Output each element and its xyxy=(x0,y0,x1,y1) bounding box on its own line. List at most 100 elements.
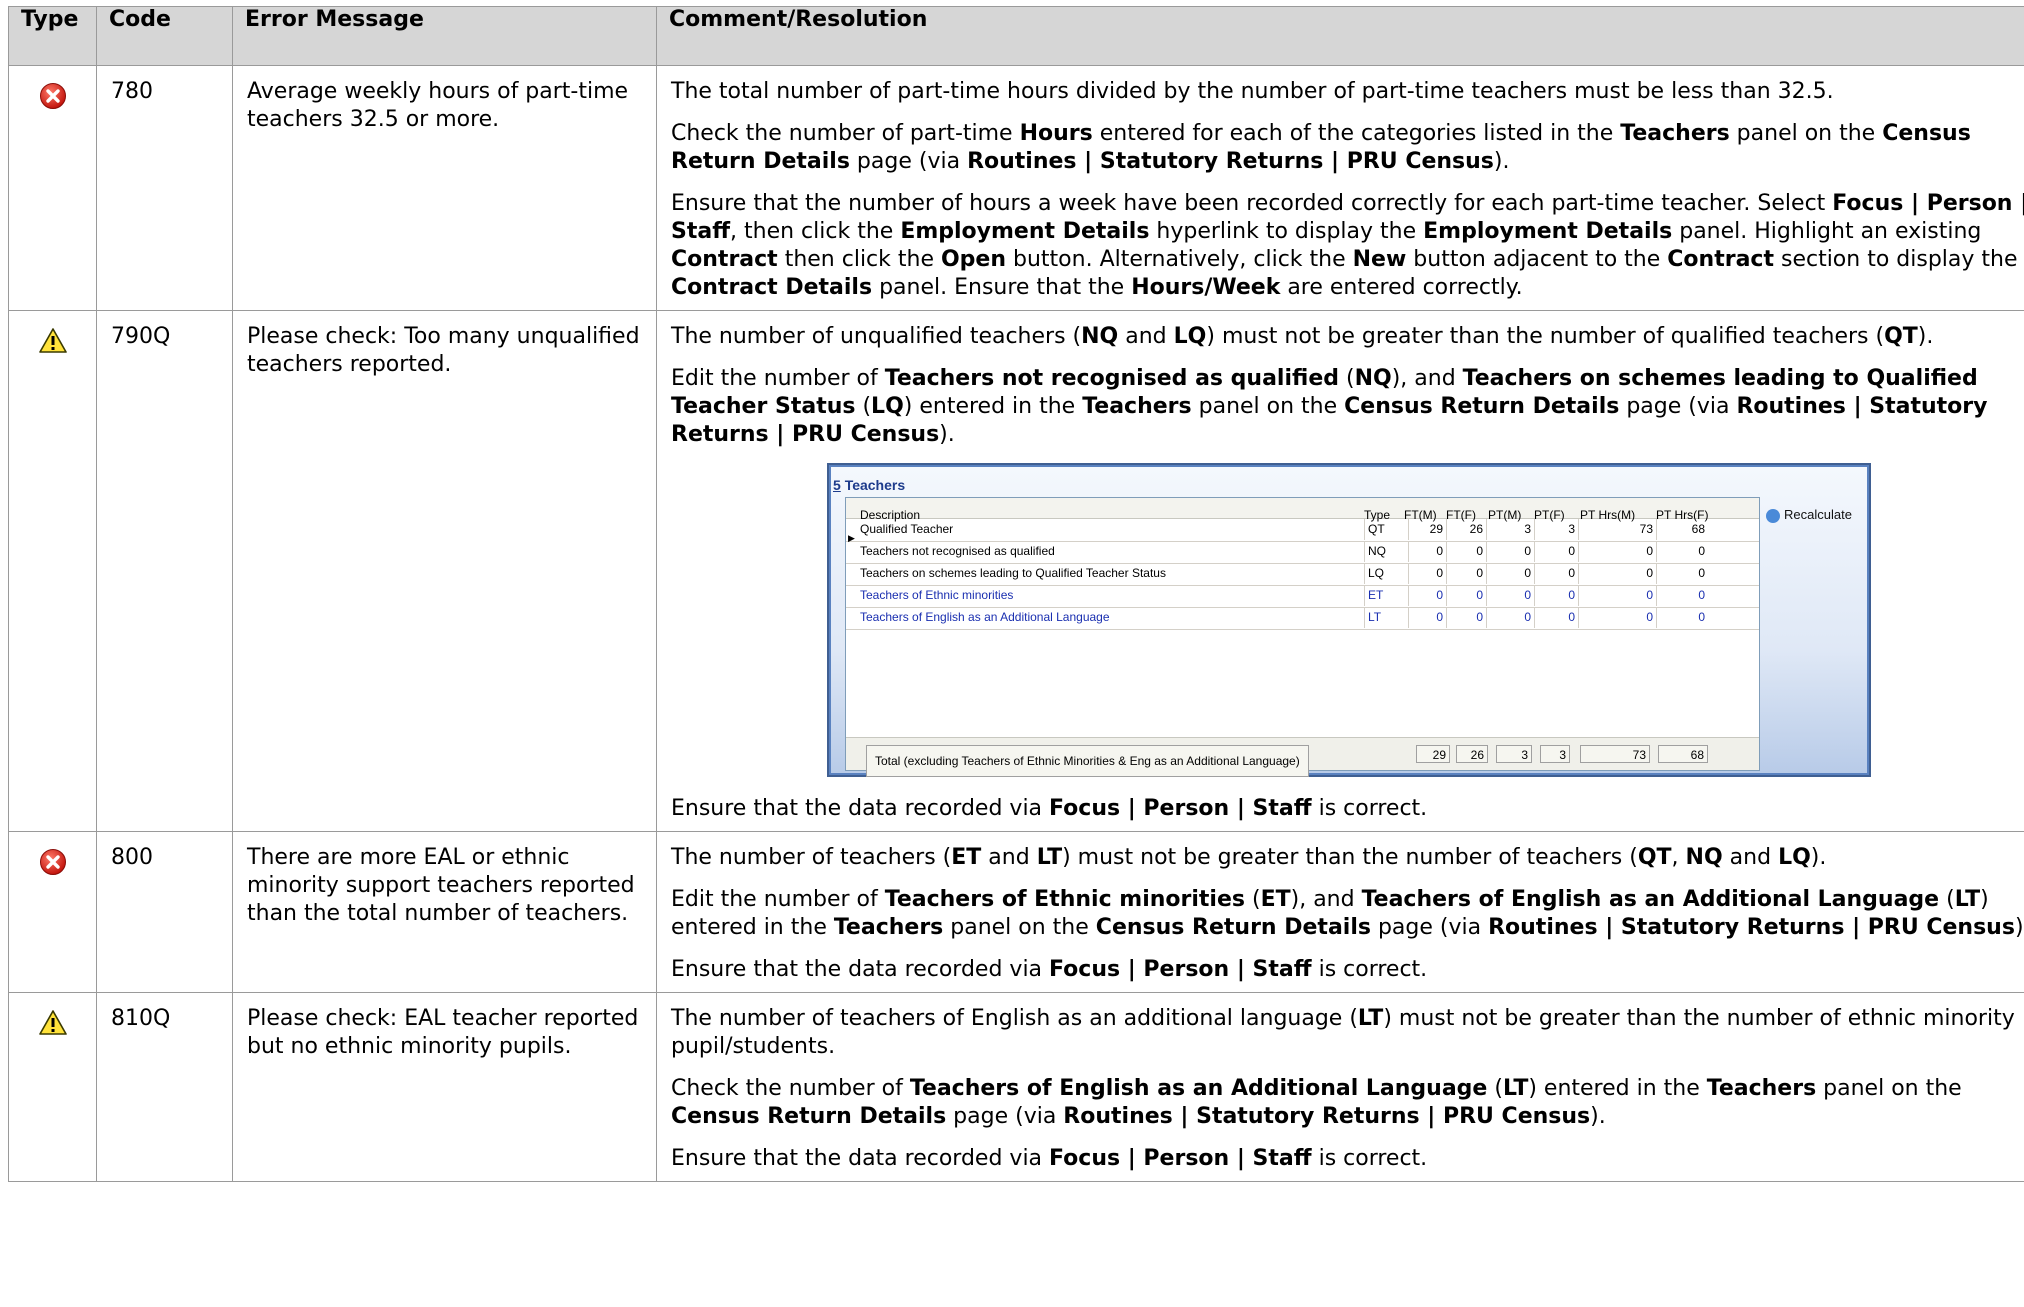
grid-value-cell[interactable]: 0 xyxy=(1656,541,1708,562)
grid-value-cell[interactable]: 0 xyxy=(1446,541,1486,562)
comment-paragraph: Ensure that the data recorded via Focus … xyxy=(671,1146,1428,1171)
comment-paragraph: Check the number of Teachers of English … xyxy=(671,1076,1962,1129)
comment-paragraph: Edit the number of Teachers of Ethnic mi… xyxy=(671,887,2024,940)
code-cell: 790Q xyxy=(96,310,233,832)
panel-title: 5 Teachers xyxy=(833,471,905,499)
totals-value: 68 xyxy=(1658,745,1708,763)
comment-paragraph: Ensure that the number of hours a week h… xyxy=(671,191,2024,300)
type-cell xyxy=(8,65,97,311)
comment-cell: The number of unqualified teachers (NQ a… xyxy=(656,310,2024,832)
grid-value-cell[interactable]: 0 xyxy=(1578,607,1656,628)
teachers-grid: Description Type FT(M) FT(F) PT(M) PT(F) PT Hr… xyxy=(845,497,1760,777)
grid-row-description: Teachers on schemes leading to Qualified… xyxy=(860,566,1166,580)
grid-value-cell[interactable]: 0 xyxy=(1486,563,1534,584)
grid-value-cell[interactable]: 3 xyxy=(1534,519,1578,540)
grid-value-cell[interactable]: 0 xyxy=(1578,585,1656,606)
grid-value-cell[interactable]: 29 xyxy=(1408,519,1446,540)
grid-row-type: QT xyxy=(1364,519,1404,540)
code-cell: 780 xyxy=(96,65,233,311)
grid-value-cell[interactable]: 68 xyxy=(1656,519,1708,540)
grid-value-cell[interactable]: 73 xyxy=(1578,519,1656,540)
type-cell xyxy=(8,992,97,1182)
grid-value-cell[interactable]: 0 xyxy=(1408,607,1446,628)
comment-paragraph: Check the number of part-time Hours ente… xyxy=(671,121,1971,174)
header-error: Error Message xyxy=(232,6,657,66)
comment-paragraph: Ensure that the data recorded via Focus … xyxy=(671,957,1428,982)
grid-value-cell[interactable]: 0 xyxy=(1446,607,1486,628)
totals-value: 29 xyxy=(1416,745,1450,763)
grid-row-description: Qualified Teacher xyxy=(860,522,954,536)
comment-paragraph: The number of teachers of English as an … xyxy=(671,1006,2015,1059)
recalculate-button[interactable]: Recalculate xyxy=(1766,501,1852,529)
code-cell: 810Q xyxy=(96,992,233,1182)
grid-value-cell[interactable]: 0 xyxy=(1486,541,1534,562)
grid-row[interactable]: Teachers on schemes leading to Qualified… xyxy=(846,563,1759,586)
grid-row[interactable]: ▶ Qualified Teacher QT 29 26 3 3 73 68 xyxy=(846,519,1759,543)
totals-value: 26 xyxy=(1456,745,1488,763)
header-row: Type Code Error Message Comment/Resoluti… xyxy=(8,6,2024,66)
error-message-cell: Average weekly hours of part-time teache… xyxy=(232,65,657,311)
totals-row: Total (excluding Teachers of Ethnic Mino… xyxy=(846,737,1759,777)
table-row: 780 Average weekly hours of part-time tea… xyxy=(8,65,2024,311)
totals-value: 3 xyxy=(1496,745,1532,763)
grid-value-cell[interactable]: 0 xyxy=(1578,541,1656,562)
comment-paragraph: The number of teachers (ET and LT) must … xyxy=(671,845,1827,870)
grid-value-cell[interactable]: 0 xyxy=(1446,563,1486,584)
recalculate-label: Recalculate xyxy=(1784,507,1852,522)
comment-cell: The number of teachers of English as an … xyxy=(656,992,2024,1182)
grid-row-type: LT xyxy=(1364,607,1404,628)
header-code: Code xyxy=(96,6,233,66)
totals-label: Total (excluding Teachers of Ethnic Mino… xyxy=(866,745,1309,777)
grid-row-description: Teachers of Ethnic minorities xyxy=(860,588,1014,602)
grid-value-cell[interactable]: 3 xyxy=(1486,519,1534,540)
error-message-cell: There are more EAL or ethnic minority su… xyxy=(232,831,657,993)
grid-value-cell[interactable]: 0 xyxy=(1408,585,1446,606)
grid-value-cell[interactable]: 0 xyxy=(1486,607,1534,628)
grid-value-cell[interactable]: 0 xyxy=(1534,607,1578,628)
table-row: 790Q Please check: Too many unqualified t… xyxy=(8,310,2024,832)
comment-paragraph: Edit the number of Teachers not recognis… xyxy=(671,366,1988,447)
grid-value-cell[interactable]: 0 xyxy=(1408,563,1446,584)
grid-value-cell[interactable]: 0 xyxy=(1656,585,1708,606)
grid-row-type: ET xyxy=(1364,585,1404,606)
type-cell xyxy=(8,310,97,832)
grid-row[interactable]: Teachers of Ethnic minorities ET 0 0 0 0 0 0 xyxy=(846,585,1759,608)
panel-title-number: 5 xyxy=(833,477,841,493)
type-cell xyxy=(8,831,97,993)
grid-value-cell[interactable]: 0 xyxy=(1578,563,1656,584)
code-cell: 800 xyxy=(96,831,233,993)
grid-header: Description Type FT(M) FT(F) PT(M) PT(F) PT Hr… xyxy=(846,498,1759,522)
grid-row[interactable]: Teachers of English as an Additional Lan… xyxy=(846,607,1759,630)
error-table: Type Code Error Message Comment/Resoluti… xyxy=(8,6,2024,1182)
grid-row-type: NQ xyxy=(1364,541,1404,562)
grid-row-description: Teachers not recognised as qualified xyxy=(860,544,1055,558)
panel-title-text: Teachers xyxy=(844,477,906,493)
grid-row-type: LQ xyxy=(1364,563,1404,584)
table-row: 800 There are more EAL or ethnic minority… xyxy=(8,831,2024,993)
comment-paragraph: Ensure that the data recorded via Focus … xyxy=(671,796,1428,821)
header-type: Type xyxy=(8,6,97,66)
grid-value-cell[interactable]: 26 xyxy=(1446,519,1486,540)
grid-value-cell[interactable]: 0 xyxy=(1534,563,1578,584)
totals-value: 3 xyxy=(1540,745,1570,763)
grid-value-cell[interactable]: 0 xyxy=(1656,563,1708,584)
error-message-cell: Please check: Too many unqualified teach… xyxy=(232,310,657,832)
error-icon xyxy=(39,849,67,882)
warning-icon xyxy=(38,328,67,361)
warning-icon xyxy=(38,1010,67,1043)
recalculate-icon xyxy=(1766,508,1780,523)
comment-paragraph: The total number of part-time hours divi… xyxy=(671,79,1834,104)
error-message-cell: Please check: EAL teacher reported but n… xyxy=(232,992,657,1182)
comment-cell: The total number of part-time hours divi… xyxy=(656,65,2024,311)
grid-value-cell[interactable]: 0 xyxy=(1534,541,1578,562)
grid-value-cell[interactable]: 0 xyxy=(1446,585,1486,606)
grid-row-description: Teachers of English as an Additional Lan… xyxy=(860,610,1110,624)
error-icon xyxy=(39,83,67,116)
grid-row[interactable]: Teachers not recognised as qualified NQ 0 0… xyxy=(846,541,1759,564)
grid-value-cell[interactable]: 0 xyxy=(1408,541,1446,562)
grid-value-cell[interactable]: 0 xyxy=(1534,585,1578,606)
comment-paragraph: The number of unqualified teachers (NQ a… xyxy=(671,324,1934,349)
table-row: 810Q Please check: EAL teacher reported b… xyxy=(8,992,2024,1182)
grid-value-cell[interactable]: 0 xyxy=(1656,607,1708,628)
grid-value-cell[interactable]: 0 xyxy=(1486,585,1534,606)
